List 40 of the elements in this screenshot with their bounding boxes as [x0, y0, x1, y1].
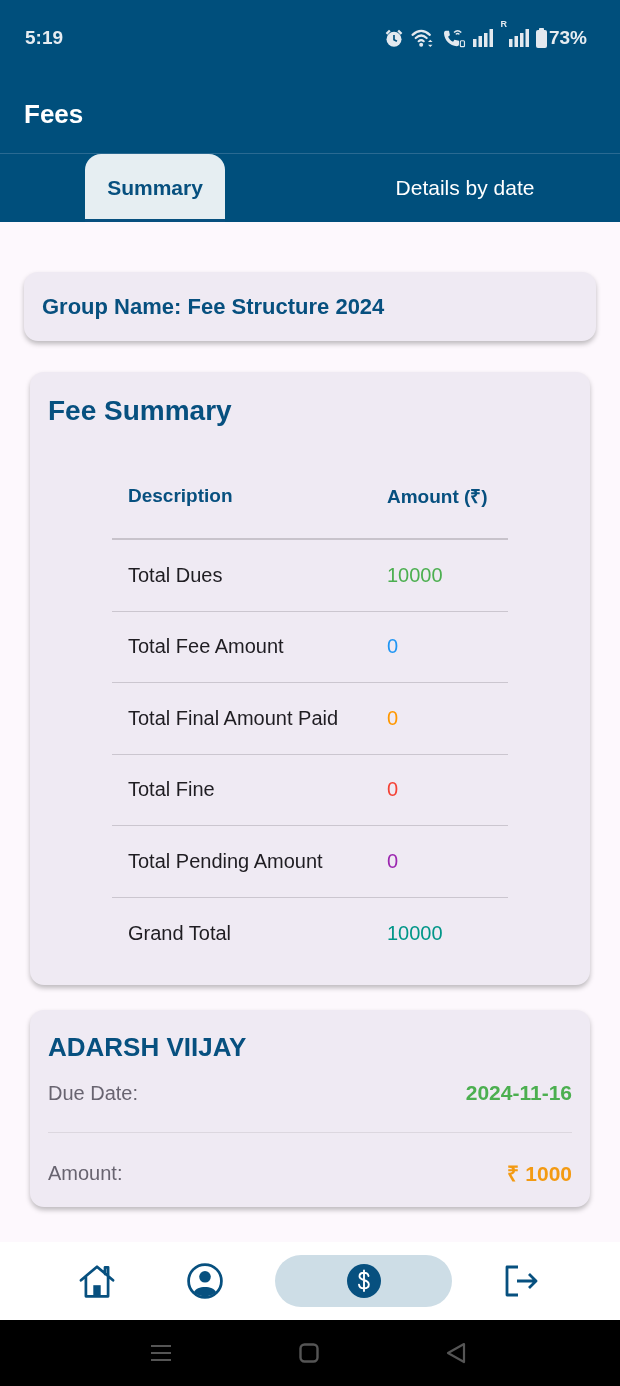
tab[interactable]: Summary: [85, 154, 225, 222]
fee-amount: 0: [386, 635, 399, 659]
fee-amount: 0: [386, 706, 399, 730]
field-value: 2024-11-16: [465, 1081, 572, 1105]
group-name-text: Group Name: Fee Structure 2024: [42, 293, 385, 320]
alarm-clock-icon: [384, 27, 405, 48]
signal-icon: [508, 28, 529, 47]
dollar-icon: [346, 1264, 381, 1298]
column-header: Description: [127, 485, 233, 507]
battery-icon: [535, 27, 547, 48]
status-time: 5:19: [25, 26, 64, 49]
fee-description: Total Pending Amount: [127, 849, 323, 873]
roaming-label: R: [500, 19, 507, 29]
fee-amount: 0: [386, 778, 399, 802]
field-value: ₹ 1000: [507, 1161, 572, 1187]
field-label: Due Date:: [48, 1081, 139, 1105]
profile-icon: [187, 1263, 223, 1299]
back-icon[interactable]: [446, 1342, 466, 1364]
fee-description: Grand Total: [127, 921, 232, 945]
fees-button[interactable]: [275, 1255, 452, 1307]
signal-icon: [473, 28, 494, 47]
fee-description: Total Final Amount Paid: [127, 706, 339, 730]
fee-description: Total Dues: [127, 563, 223, 587]
home-icon: [77, 1262, 117, 1300]
page-title: Fees: [24, 98, 84, 130]
field-label: Amount:: [48, 1161, 123, 1185]
fee-description: Total Fee Amount: [127, 635, 284, 659]
logout-icon: [505, 1265, 539, 1297]
battery-percent: 73%: [548, 26, 587, 49]
menu-icon[interactable]: [150, 1344, 172, 1362]
fee-amount: 10000: [386, 921, 443, 945]
fee-amount: 10000: [386, 563, 443, 587]
fee-amount: 0: [386, 849, 399, 873]
tab[interactable]: Details by date: [373, 154, 557, 222]
student-name: ADARSH VIIJAY: [48, 1032, 247, 1062]
column-header: Amount (₹): [386, 485, 488, 509]
home-square-icon[interactable]: [299, 1343, 319, 1363]
fee-description: Total Fine: [127, 778, 215, 802]
card-title: Fee Summary: [47, 394, 232, 428]
wifi-calling-icon: [442, 27, 467, 48]
